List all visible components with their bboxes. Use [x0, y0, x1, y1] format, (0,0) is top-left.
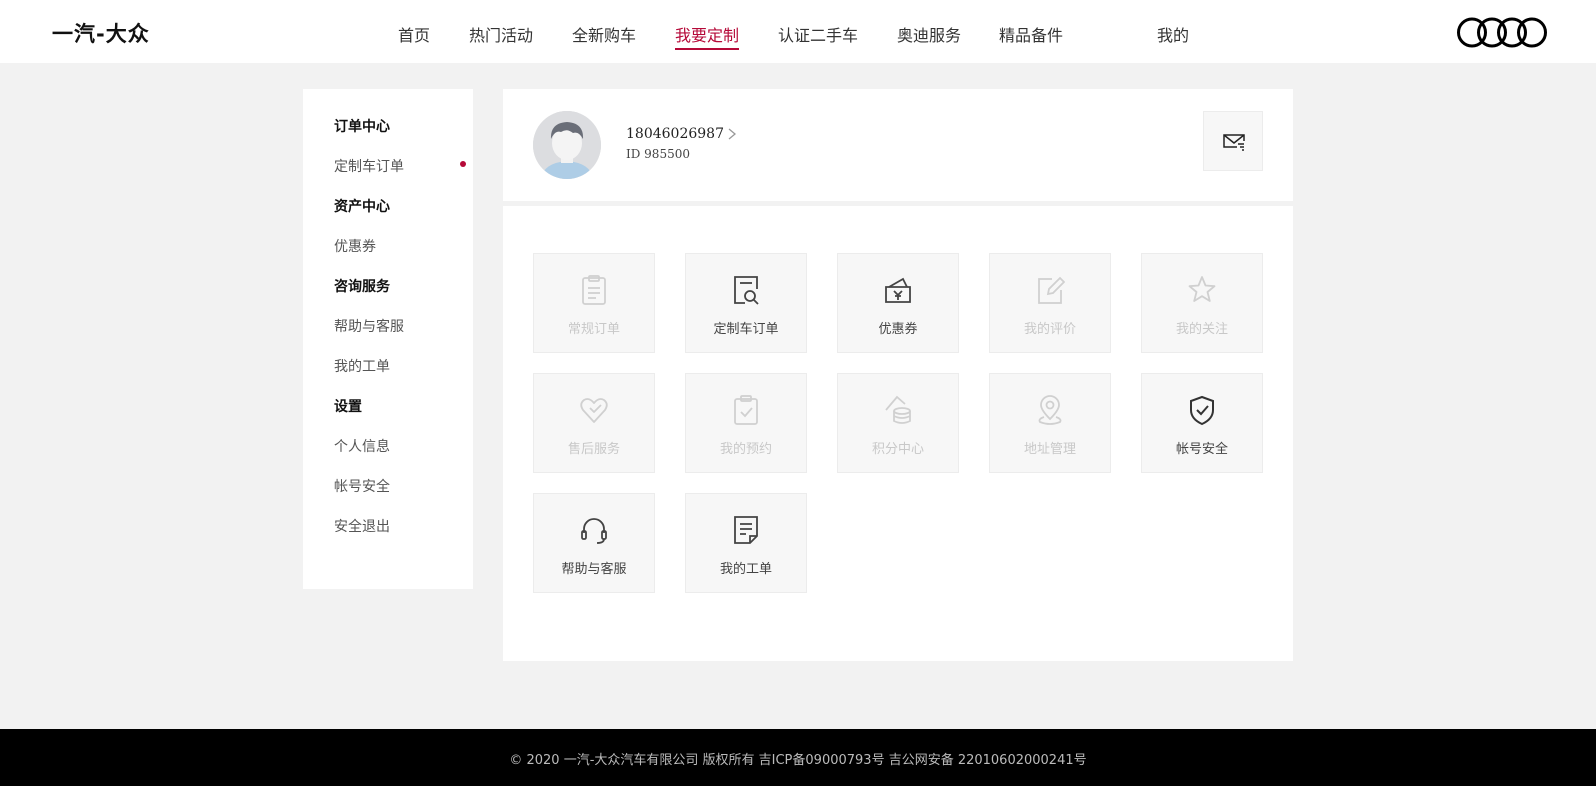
tile-work-orders[interactable]: 我的工单 — [685, 493, 807, 593]
nav-audi-service[interactable]: 奥迪服务 — [897, 22, 961, 46]
tile-label: 常规订单 — [567, 322, 620, 337]
footer: © 2020 一汽-大众汽车有限公司 版权所有 吉ICP备09000793号 吉… — [0, 729, 1596, 786]
avatar[interactable] — [533, 111, 601, 179]
copyright-text: © 2020 一汽-大众汽车有限公司 版权所有 吉ICP备09000793号 吉… — [509, 753, 1087, 768]
audi-rings-logo-icon[interactable] — [1456, 16, 1548, 49]
nav-customize[interactable]: 我要定制 — [675, 22, 739, 46]
heart-icon — [580, 398, 608, 423]
sidebar-item-logout[interactable]: 安全退出 — [334, 516, 390, 536]
account-sidebar: 订单中心 定制车订单 资产中心 优惠券 咨询服务 帮助与客服 我的工单 设置 个… — [303, 89, 473, 589]
work-order-icon — [734, 516, 758, 544]
tile-label: 积分中心 — [871, 442, 924, 457]
tile-address-management[interactable]: 地址管理 — [989, 373, 1111, 473]
sidebar-item-coupons[interactable]: 优惠券 — [334, 236, 376, 256]
tile-label: 帐号安全 — [1175, 442, 1228, 457]
shield-check-icon — [1190, 395, 1214, 426]
tile-label: 帮助与客服 — [561, 562, 627, 577]
sidebar-heading-assets: 资产中心 — [334, 199, 390, 215]
tile-coupons[interactable]: 优惠券 — [837, 253, 959, 353]
clipboard-icon — [582, 275, 606, 305]
chevron-right-icon[interactable] — [725, 127, 739, 141]
brand-logo-text[interactable]: 一汽-大众 — [52, 18, 150, 48]
sidebar-item-work-orders[interactable]: 我的工单 — [334, 356, 390, 376]
tile-my-follows[interactable]: 我的关注 — [1141, 253, 1263, 353]
tile-regular-orders[interactable]: 常规订单 — [533, 253, 655, 353]
nav-accessories[interactable]: 精品备件 — [999, 22, 1063, 46]
tile-label: 售后服务 — [567, 442, 620, 457]
profile-card: 18046026987 ID 985500 — [503, 89, 1293, 201]
sidebar-heading-settings: 设置 — [334, 399, 362, 415]
avatar-person-icon — [533, 111, 601, 179]
tile-label: 优惠券 — [878, 322, 918, 337]
nav-new-car[interactable]: 全新购车 — [572, 22, 636, 46]
star-icon — [1188, 276, 1216, 302]
top-header: 一汽-大众 首页 热门活动 全新购车 我要定制 认证二手车 奥迪服务 精品备件 … — [0, 0, 1596, 63]
coupon-wallet-icon — [885, 277, 911, 303]
sidebar-item-help[interactable]: 帮助与客服 — [334, 316, 404, 336]
tile-points-center[interactable]: 积分中心 — [837, 373, 959, 473]
nav-home[interactable]: 首页 — [398, 22, 430, 46]
sidebar-item-profile[interactable]: 个人信息 — [334, 436, 390, 456]
headset-icon — [581, 518, 607, 544]
coins-icon — [885, 395, 911, 424]
feature-grid: 常规订单 定制车订单 优惠券 我的评价 我的关注 售后服务 我的预约 积分中心 … — [503, 206, 1293, 661]
nav-mine[interactable]: 我的 — [1157, 22, 1189, 46]
tile-label: 我的关注 — [1175, 322, 1228, 337]
tile-account-security[interactable]: 帐号安全 — [1141, 373, 1263, 473]
active-nav-indicator — [675, 48, 739, 50]
sidebar-heading-consulting: 咨询服务 — [334, 279, 390, 295]
notification-dot — [460, 161, 466, 167]
edit-icon — [1038, 276, 1065, 304]
tile-label: 我的工单 — [719, 562, 772, 577]
sidebar-item-custom-orders[interactable]: 定制车订单 — [334, 156, 404, 176]
calendar-check-icon — [734, 395, 758, 425]
tile-after-sales[interactable]: 售后服务 — [533, 373, 655, 473]
tile-custom-car-orders[interactable]: 定制车订单 — [685, 253, 807, 353]
tile-help-service[interactable]: 帮助与客服 — [533, 493, 655, 593]
tile-label: 我的预约 — [719, 442, 772, 457]
sidebar-item-account-security[interactable]: 帐号安全 — [334, 476, 390, 496]
nav-hot-events[interactable]: 热门活动 — [469, 22, 533, 46]
nav-used-car[interactable]: 认证二手车 — [778, 22, 858, 46]
tile-label: 我的评价 — [1023, 322, 1076, 337]
location-pin-icon — [1038, 395, 1062, 425]
tile-my-reviews[interactable]: 我的评价 — [989, 253, 1111, 353]
mail-icon — [1223, 134, 1245, 151]
tile-label: 地址管理 — [1023, 442, 1076, 457]
tile-appointments[interactable]: 我的预约 — [685, 373, 807, 473]
phone-number[interactable]: 18046026987 — [626, 126, 724, 142]
messages-button[interactable] — [1203, 111, 1263, 171]
tile-label: 定制车订单 — [713, 322, 779, 337]
document-search-icon — [734, 276, 759, 305]
sidebar-heading-orders: 订单中心 — [334, 119, 390, 135]
user-id: ID 985500 — [626, 147, 690, 161]
